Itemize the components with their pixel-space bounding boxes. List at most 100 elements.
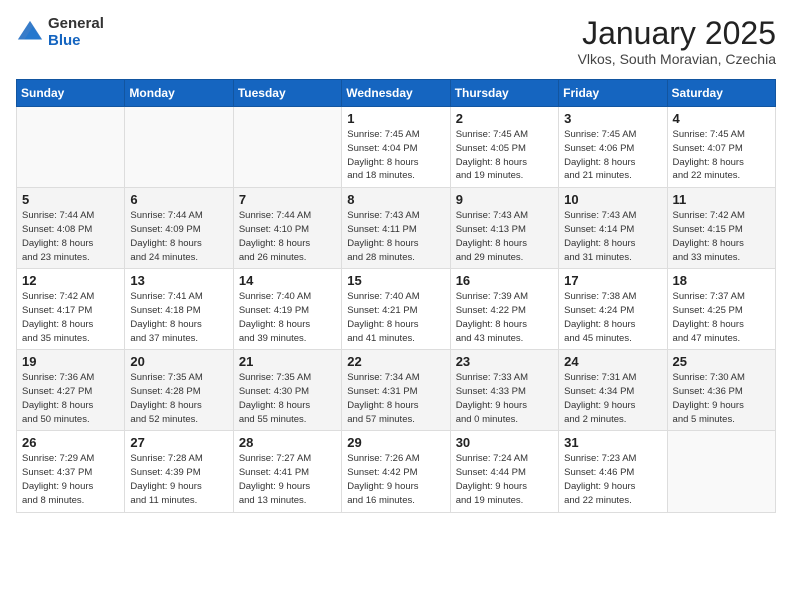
day-number: 4 <box>673 111 770 126</box>
day-info: Sunrise: 7:45 AM Sunset: 4:05 PM Dayligh… <box>456 128 553 183</box>
table-row: 30 Sunrise: 7:24 AM Sunset: 4:44 PM Dayli… <box>450 431 558 512</box>
day-info: Sunrise: 7:44 AM Sunset: 4:10 PM Dayligh… <box>239 209 336 264</box>
day-number: 11 <box>673 192 770 207</box>
table-row: 31 Sunrise: 7:23 AM Sunset: 4:46 PM Dayli… <box>559 431 667 512</box>
location-subtitle: Vlkos, South Moravian, Czechia <box>578 51 776 67</box>
day-number: 20 <box>130 354 227 369</box>
day-info: Sunrise: 7:33 AM Sunset: 4:33 PM Dayligh… <box>456 371 553 426</box>
day-info: Sunrise: 7:35 AM Sunset: 4:28 PM Dayligh… <box>130 371 227 426</box>
logo-blue-text: Blue <box>48 33 104 50</box>
table-row <box>17 107 125 188</box>
day-number: 24 <box>564 354 661 369</box>
col-monday: Monday <box>125 80 233 107</box>
table-row: 11 Sunrise: 7:42 AM Sunset: 4:15 PM Dayli… <box>667 188 775 269</box>
day-info: Sunrise: 7:30 AM Sunset: 4:36 PM Dayligh… <box>673 371 770 426</box>
table-row: 25Sunrise: 7:30 AM Sunset: 4:36 PM Dayli… <box>667 350 775 431</box>
day-info: Sunrise: 7:43 AM Sunset: 4:14 PM Dayligh… <box>564 209 661 264</box>
day-number: 21 <box>239 354 336 369</box>
calendar-week-row: 19 Sunrise: 7:36 AM Sunset: 4:27 PM Dayli… <box>17 350 776 431</box>
day-number: 28 <box>239 435 336 450</box>
day-info: Sunrise: 7:29 AM Sunset: 4:37 PM Dayligh… <box>22 452 119 507</box>
day-number: 1 <box>347 111 444 126</box>
table-row: 15Sunrise: 7:40 AM Sunset: 4:21 PM Dayli… <box>342 269 450 350</box>
day-info: Sunrise: 7:39 AM Sunset: 4:22 PM Dayligh… <box>456 290 553 345</box>
table-row: 16Sunrise: 7:39 AM Sunset: 4:22 PM Dayli… <box>450 269 558 350</box>
day-info: Sunrise: 7:23 AM Sunset: 4:46 PM Dayligh… <box>564 452 661 507</box>
table-row: 10 Sunrise: 7:43 AM Sunset: 4:14 PM Dayli… <box>559 188 667 269</box>
day-info: Sunrise: 7:35 AM Sunset: 4:30 PM Dayligh… <box>239 371 336 426</box>
day-number: 19 <box>22 354 119 369</box>
table-row: 6 Sunrise: 7:44 AM Sunset: 4:09 PM Daylig… <box>125 188 233 269</box>
day-info: Sunrise: 7:26 AM Sunset: 4:42 PM Dayligh… <box>347 452 444 507</box>
day-number: 3 <box>564 111 661 126</box>
day-number: 14 <box>239 273 336 288</box>
day-info: Sunrise: 7:45 AM Sunset: 4:07 PM Dayligh… <box>673 128 770 183</box>
calendar-week-row: 12 Sunrise: 7:42 AM Sunset: 4:17 PM Dayli… <box>17 269 776 350</box>
day-number: 5 <box>22 192 119 207</box>
day-info: Sunrise: 7:45 AM Sunset: 4:06 PM Dayligh… <box>564 128 661 183</box>
day-number: 23 <box>456 354 553 369</box>
day-info: Sunrise: 7:24 AM Sunset: 4:44 PM Dayligh… <box>456 452 553 507</box>
day-info: Sunrise: 7:40 AM Sunset: 4:21 PM Dayligh… <box>347 290 444 345</box>
day-number: 2 <box>456 111 553 126</box>
table-row: 2 Sunrise: 7:45 AM Sunset: 4:05 PM Daylig… <box>450 107 558 188</box>
calendar-week-row: 1 Sunrise: 7:45 AM Sunset: 4:04 PM Daylig… <box>17 107 776 188</box>
day-info: Sunrise: 7:31 AM Sunset: 4:34 PM Dayligh… <box>564 371 661 426</box>
table-row: 4 Sunrise: 7:45 AM Sunset: 4:07 PM Daylig… <box>667 107 775 188</box>
day-info: Sunrise: 7:42 AM Sunset: 4:15 PM Dayligh… <box>673 209 770 264</box>
day-info: Sunrise: 7:45 AM Sunset: 4:04 PM Dayligh… <box>347 128 444 183</box>
day-number: 7 <box>239 192 336 207</box>
table-row: 3 Sunrise: 7:45 AM Sunset: 4:06 PM Daylig… <box>559 107 667 188</box>
day-number: 27 <box>130 435 227 450</box>
calendar-week-row: 5Sunrise: 7:44 AM Sunset: 4:08 PM Daylig… <box>17 188 776 269</box>
table-row: 24 Sunrise: 7:31 AM Sunset: 4:34 PM Dayli… <box>559 350 667 431</box>
day-number: 29 <box>347 435 444 450</box>
col-tuesday: Tuesday <box>233 80 341 107</box>
table-row: 27 Sunrise: 7:28 AM Sunset: 4:39 PM Dayli… <box>125 431 233 512</box>
table-row: 5Sunrise: 7:44 AM Sunset: 4:08 PM Daylig… <box>17 188 125 269</box>
table-row: 29 Sunrise: 7:26 AM Sunset: 4:42 PM Dayli… <box>342 431 450 512</box>
col-friday: Friday <box>559 80 667 107</box>
col-thursday: Thursday <box>450 80 558 107</box>
logo-icon <box>16 19 44 47</box>
month-year-title: January 2025 <box>578 16 776 51</box>
col-wednesday: Wednesday <box>342 80 450 107</box>
table-row <box>125 107 233 188</box>
day-info: Sunrise: 7:28 AM Sunset: 4:39 PM Dayligh… <box>130 452 227 507</box>
table-row: 8Sunrise: 7:43 AM Sunset: 4:11 PM Daylig… <box>342 188 450 269</box>
day-number: 30 <box>456 435 553 450</box>
day-number: 8 <box>347 192 444 207</box>
day-number: 6 <box>130 192 227 207</box>
table-row: 18Sunrise: 7:37 AM Sunset: 4:25 PM Dayli… <box>667 269 775 350</box>
day-info: Sunrise: 7:44 AM Sunset: 4:09 PM Dayligh… <box>130 209 227 264</box>
day-number: 31 <box>564 435 661 450</box>
day-number: 26 <box>22 435 119 450</box>
table-row: 20 Sunrise: 7:35 AM Sunset: 4:28 PM Dayli… <box>125 350 233 431</box>
table-row <box>233 107 341 188</box>
col-saturday: Saturday <box>667 80 775 107</box>
table-row: 14Sunrise: 7:40 AM Sunset: 4:19 PM Dayli… <box>233 269 341 350</box>
table-row: 9Sunrise: 7:43 AM Sunset: 4:13 PM Daylig… <box>450 188 558 269</box>
day-number: 12 <box>22 273 119 288</box>
day-info: Sunrise: 7:38 AM Sunset: 4:24 PM Dayligh… <box>564 290 661 345</box>
table-row: 22Sunrise: 7:34 AM Sunset: 4:31 PM Dayli… <box>342 350 450 431</box>
table-row: 12 Sunrise: 7:42 AM Sunset: 4:17 PM Dayli… <box>17 269 125 350</box>
table-row: 28Sunrise: 7:27 AM Sunset: 4:41 PM Dayli… <box>233 431 341 512</box>
table-row: 13Sunrise: 7:41 AM Sunset: 4:18 PM Dayli… <box>125 269 233 350</box>
table-row: 21 Sunrise: 7:35 AM Sunset: 4:30 PM Dayli… <box>233 350 341 431</box>
day-info: Sunrise: 7:41 AM Sunset: 4:18 PM Dayligh… <box>130 290 227 345</box>
logo-text: General Blue <box>48 16 104 49</box>
calendar-header-row: Sunday Monday Tuesday Wednesday Thursday… <box>17 80 776 107</box>
day-info: Sunrise: 7:37 AM Sunset: 4:25 PM Dayligh… <box>673 290 770 345</box>
day-info: Sunrise: 7:42 AM Sunset: 4:17 PM Dayligh… <box>22 290 119 345</box>
header: General Blue January 2025 Vlkos, South M… <box>16 16 776 67</box>
title-block: January 2025 Vlkos, South Moravian, Czec… <box>578 16 776 67</box>
day-number: 22 <box>347 354 444 369</box>
day-info: Sunrise: 7:36 AM Sunset: 4:27 PM Dayligh… <box>22 371 119 426</box>
day-number: 9 <box>456 192 553 207</box>
day-number: 10 <box>564 192 661 207</box>
table-row: 17 Sunrise: 7:38 AM Sunset: 4:24 PM Dayli… <box>559 269 667 350</box>
table-row: 26 Sunrise: 7:29 AM Sunset: 4:37 PM Dayli… <box>17 431 125 512</box>
day-number: 17 <box>564 273 661 288</box>
table-row: 23 Sunrise: 7:33 AM Sunset: 4:33 PM Dayli… <box>450 350 558 431</box>
